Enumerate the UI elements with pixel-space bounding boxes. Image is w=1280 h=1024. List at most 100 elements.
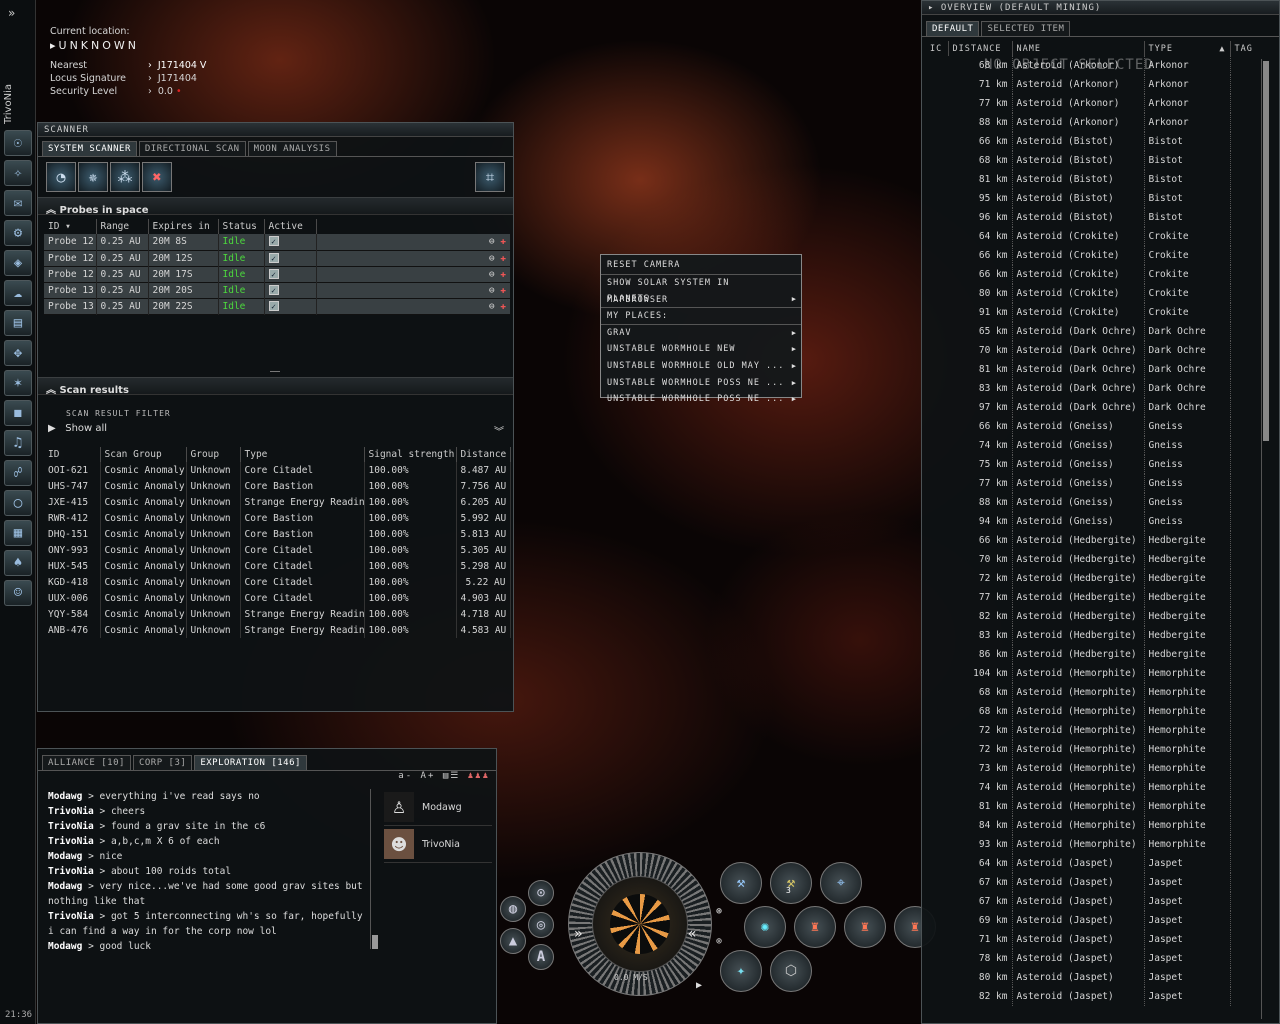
resize-grip[interactable] — [270, 371, 280, 372]
recover-probe-icon[interactable]: ⊖ — [489, 301, 500, 312]
hardener-icon[interactable]: ♜ — [794, 906, 836, 948]
overview-row[interactable]: 104 km Asteroid (Hemorphite) Hemorphite — [926, 664, 1262, 683]
stop-ship-icon[interactable]: ⊛ — [716, 906, 722, 917]
result-row[interactable]: OOI-621 Cosmic Anomaly Unknown Core Citadel… — [44, 462, 511, 478]
overview-row[interactable]: 81 km Asteroid (Bistot) Bistot — [926, 170, 1262, 189]
overview-row[interactable]: 78 km Asteroid (Jaspet) Jaspet — [926, 949, 1262, 968]
col-signal[interactable]: Signal strength ▲ — [364, 447, 457, 462]
overview-row[interactable]: 84 km Asteroid (Hemorphite) Hemorphite — [926, 816, 1262, 835]
checkbox-icon[interactable]: ✓ — [268, 284, 279, 295]
checkbox-icon[interactable]: ✓ — [268, 252, 279, 263]
col-id[interactable]: ID ▾ — [44, 219, 97, 234]
col-expires[interactable]: Expires in — [148, 219, 219, 234]
col-scan-group[interactable]: Scan Group — [100, 447, 187, 462]
chat-sender[interactable]: TrivoNia — [48, 821, 94, 832]
font-smaller-button[interactable]: a- — [398, 771, 413, 781]
col-group[interactable]: Group — [186, 447, 241, 462]
browser-icon[interactable]: ◯ — [4, 490, 32, 516]
overview-title[interactable]: ▸ OVERVIEW (DEFAULT MINING) — [922, 1, 1279, 15]
probe-active[interactable]: ✓ — [264, 298, 317, 314]
chat-sender[interactable]: Modawg — [48, 881, 82, 892]
probe-row[interactable]: Probe 12 0.25 AU 20M 12S Idle ✓ ⊖ ✚ — [44, 250, 510, 266]
tab-default[interactable]: DEFAULT — [926, 21, 980, 36]
tab-alliance[interactable]: ALLIANCE [10] — [42, 755, 131, 770]
ctx-show-solar-system[interactable]: SHOW SOLAR SYSTEM IN MAPBROWSER — [601, 273, 801, 305]
result-row[interactable]: DHQ-151 Cosmic Anomaly Unknown Core Bastion… — [44, 526, 511, 542]
overview-row[interactable]: 68 km Asteroid (Hemorphite) Hemorphite — [926, 683, 1262, 702]
probe-active[interactable]: ✓ — [264, 234, 317, 250]
overview-row[interactable]: 72 km Asteroid (Hedbergite) Hedbergite — [926, 569, 1262, 588]
checkbox-icon[interactable]: ✓ — [268, 300, 279, 311]
overview-row[interactable]: 65 km Asteroid (Dark Ochre) Dark Ochre — [926, 322, 1262, 341]
overview-row[interactable]: 88 km Asteroid (Gneiss) Gneiss — [926, 493, 1262, 512]
overview-row[interactable]: 91 km Asteroid (Crokite) Crokite — [926, 303, 1262, 322]
autopilot-icon[interactable]: A — [528, 944, 554, 970]
location-name[interactable]: ▸UNKNOWN — [50, 39, 206, 52]
overview-row[interactable]: 73 km Asteroid (Hemorphite) Hemorphite — [926, 759, 1262, 778]
destroy-probes-icon[interactable]: ✖ — [142, 162, 172, 192]
col-distance[interactable]: Distance — [456, 447, 511, 462]
overview-row[interactable]: 83 km Asteroid (Hedbergite) Hedbergite — [926, 626, 1262, 645]
overview-scrollbar[interactable] — [1261, 59, 1269, 1019]
tab-corp[interactable]: CORP [3] — [132, 755, 193, 770]
recover-probe-icon[interactable]: ⊖ — [489, 253, 500, 264]
overview-row[interactable]: 64 km Asteroid (Crokite) Crokite — [926, 227, 1262, 246]
tab-directional-scan[interactable]: DIRECTIONAL SCAN — [138, 141, 246, 156]
result-row[interactable]: YQY-584 Cosmic Anomaly Unknown Strange Ener… — [44, 606, 511, 622]
help-icon[interactable]: ☺ — [4, 580, 32, 606]
recover-probes-icon[interactable]: ⁂ — [110, 162, 140, 192]
col-type[interactable]: Type — [240, 447, 365, 462]
chat-sender[interactable]: TrivoNia — [48, 836, 94, 847]
chat-member[interactable]: ☻ TrivoNia — [384, 826, 492, 863]
ctx-grav[interactable]: GRAV ▶ — [601, 324, 801, 341]
tab-exploration[interactable]: EXPLORATION [146] — [194, 755, 307, 770]
afterburner-icon[interactable]: ✦ — [720, 950, 762, 992]
expand-sidebar-icon[interactable]: » — [8, 6, 15, 20]
col-tag[interactable]: TAG — [1230, 41, 1262, 56]
nearest-value[interactable]: › J171404 V — [148, 60, 206, 71]
character-icon[interactable]: ☉ — [4, 130, 32, 156]
chat-sender[interactable]: TrivoNia — [48, 911, 94, 922]
col-status[interactable]: Status — [218, 219, 265, 234]
chat-scrollbar[interactable] — [370, 789, 378, 949]
ship-icon[interactable]: ▲ — [500, 928, 526, 954]
col-range[interactable]: Range — [96, 219, 149, 234]
filter-dropdown[interactable]: ▶ Show all ︾ — [44, 423, 508, 439]
overview-row[interactable]: 72 km Asteroid (Hemorphite) Hemorphite — [926, 740, 1262, 759]
chat-sender[interactable]: TrivoNia — [48, 866, 94, 877]
mining-laser-icon[interactable]: ⚒ — [720, 862, 762, 904]
col-name[interactable]: NAME — [1012, 41, 1145, 56]
chat-sender[interactable]: Modawg — [48, 851, 82, 862]
next-page-icon[interactable]: ▶ — [696, 980, 702, 991]
overview-row[interactable]: 82 km Asteroid (Hedbergite) Hedbergite — [926, 607, 1262, 626]
launch-probe-icon[interactable]: ✵ — [78, 162, 108, 192]
shield-booster-icon[interactable]: ✺ — [744, 906, 786, 948]
recover-probe-icon[interactable]: ⊖ — [489, 285, 500, 296]
hardener-icon[interactable]: ♜ — [844, 906, 886, 948]
result-row[interactable]: ANB-476 Cosmic Anomaly Unknown Strange Ener… — [44, 622, 511, 638]
map-icon[interactable]: ✥ — [4, 340, 32, 366]
people-icon[interactable]: ☍ — [4, 460, 32, 486]
overview-row[interactable]: 64 km Asteroid (Jaspet) Jaspet — [926, 854, 1262, 873]
scanner-icon[interactable]: ⊙ — [528, 880, 554, 906]
col-icon[interactable]: IC — [926, 41, 949, 56]
journal-icon[interactable]: ▤ — [4, 310, 32, 336]
overview-row[interactable]: 93 km Asteroid (Hemorphite) Hemorphite — [926, 835, 1262, 854]
overview-row[interactable]: 75 km Asteroid (Gneiss) Gneiss — [926, 455, 1262, 474]
overview-row[interactable]: 96 km Asteroid (Bistot) Bistot — [926, 208, 1262, 227]
chat-messages[interactable]: Modawg > everything i've read says no Tri… — [48, 789, 368, 989]
col-distance[interactable]: DISTANCE — [948, 41, 1013, 56]
overview-row[interactable]: 66 km Asteroid (Bistot) Bistot — [926, 132, 1262, 151]
recover-probe-icon[interactable]: ⊖ — [489, 269, 500, 280]
analyze-icon[interactable]: ◔ — [46, 162, 76, 192]
font-larger-button[interactable]: A+ — [421, 771, 436, 781]
result-row[interactable]: UUX-006 Cosmic Anomaly Unknown Core Citadel… — [44, 590, 511, 606]
chat-member[interactable]: ♙ Modawg — [384, 789, 492, 826]
compact-view-icon[interactable]: ☰ — [450, 771, 460, 781]
overview-row[interactable]: 77 km Asteroid (Hedbergite) Hedbergite — [926, 588, 1262, 607]
market-icon[interactable]: ⚙ — [4, 220, 32, 246]
science-icon[interactable]: ✶ — [4, 370, 32, 396]
probe-active[interactable]: ✓ — [264, 250, 317, 266]
corporation-icon[interactable]: ◈ — [4, 250, 32, 276]
notepad-icon[interactable]: ▦ — [4, 520, 32, 546]
